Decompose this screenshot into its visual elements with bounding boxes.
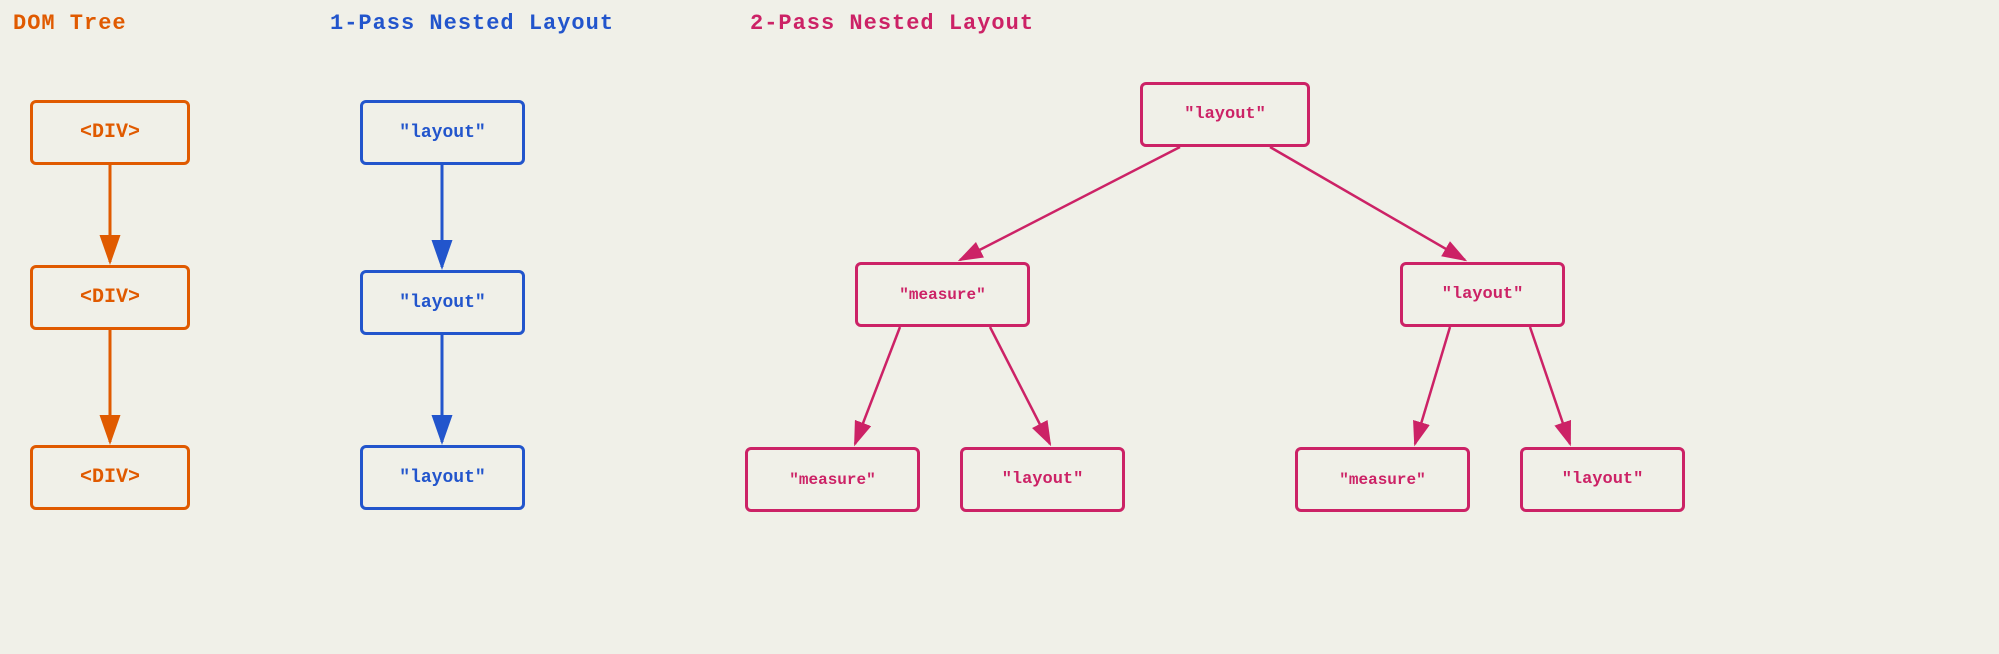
twopass-measure1: "measure" bbox=[855, 262, 1030, 327]
twopass-layout2: "layout" bbox=[960, 447, 1125, 512]
onepass-layout1: "layout" bbox=[360, 100, 525, 165]
twopass-root-layout: "layout" bbox=[1140, 82, 1310, 147]
twopass-layout1: "layout" bbox=[1400, 262, 1565, 327]
dom-tree-title: DOM Tree bbox=[13, 11, 127, 36]
page: DOM Tree 1-Pass Nested Layout 2-Pass Nes… bbox=[0, 0, 1999, 654]
twopass-title: 2-Pass Nested Layout bbox=[750, 11, 1034, 36]
arrows-overlay bbox=[0, 0, 1999, 654]
onepass-layout3: "layout" bbox=[360, 445, 525, 510]
dom-div1: <DIV> bbox=[30, 100, 190, 165]
dom-div2: <DIV> bbox=[30, 265, 190, 330]
onepass-layout2: "layout" bbox=[360, 270, 525, 335]
twopass-layout3: "layout" bbox=[1520, 447, 1685, 512]
dom-div3: <DIV> bbox=[30, 445, 190, 510]
onepass-title: 1-Pass Nested Layout bbox=[330, 11, 614, 36]
twopass-measure3: "measure" bbox=[1295, 447, 1470, 512]
twopass-measure2: "measure" bbox=[745, 447, 920, 512]
